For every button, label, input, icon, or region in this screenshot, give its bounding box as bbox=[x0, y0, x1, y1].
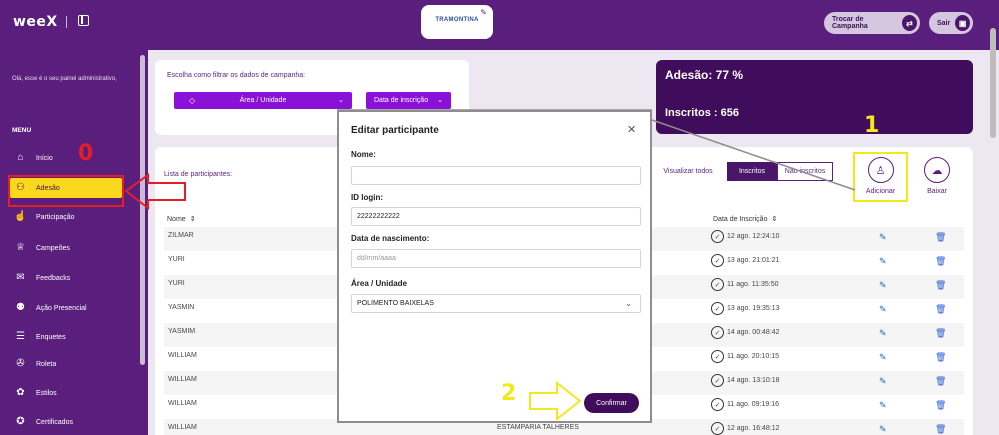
annotation-connector-line bbox=[651, 119, 856, 191]
annotation-overlay bbox=[124, 109, 856, 422]
annotation-arrow-yellow bbox=[529, 380, 582, 422]
annotation-arrow-red bbox=[124, 173, 186, 211]
